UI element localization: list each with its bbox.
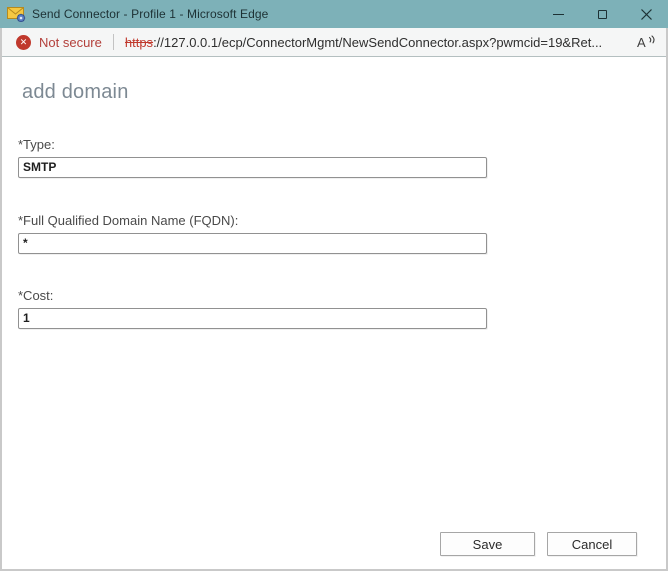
not-secure-label[interactable]: Not secure [39,35,102,50]
close-button[interactable] [624,0,668,28]
browser-window: Send Connector - Profile 1 - Microsoft E… [0,0,668,571]
page-content: add domain *Type: *Full Qualified Domain… [2,57,666,569]
cost-label: *Cost: [18,288,53,303]
window-title: Send Connector - Profile 1 - Microsoft E… [32,7,268,21]
read-aloud-icon[interactable]: A [636,33,656,51]
not-secure-icon[interactable]: ✕ [16,35,31,50]
fqdn-label: *Full Qualified Domain Name (FQDN): [18,213,238,228]
url-scheme: https [125,35,153,50]
url-path: ://127.0.0.1/ecp/ConnectorMgmt/NewSendCo… [153,35,602,50]
maximize-icon [598,10,607,19]
window-controls [536,0,668,28]
address-divider [113,34,114,50]
url-text[interactable]: https://127.0.0.1/ecp/ConnectorMgmt/NewS… [125,35,628,50]
cost-input[interactable] [18,308,487,329]
minimize-icon [553,14,564,15]
svg-text:A: A [637,35,646,50]
type-label: *Type: [18,137,55,152]
fqdn-input[interactable] [18,233,487,254]
page-title: add domain [22,81,129,104]
save-button[interactable]: Save [440,532,535,556]
mail-gear-icon [7,6,26,22]
address-bar: ✕ Not secure https://127.0.0.1/ecp/Conne… [2,28,666,57]
maximize-button[interactable] [580,0,624,28]
close-icon [641,9,652,20]
titlebar: Send Connector - Profile 1 - Microsoft E… [0,0,668,28]
minimize-button[interactable] [536,0,580,28]
type-input[interactable] [18,157,487,178]
window-body: ✕ Not secure https://127.0.0.1/ecp/Conne… [0,28,668,571]
cancel-button[interactable]: Cancel [547,532,637,556]
